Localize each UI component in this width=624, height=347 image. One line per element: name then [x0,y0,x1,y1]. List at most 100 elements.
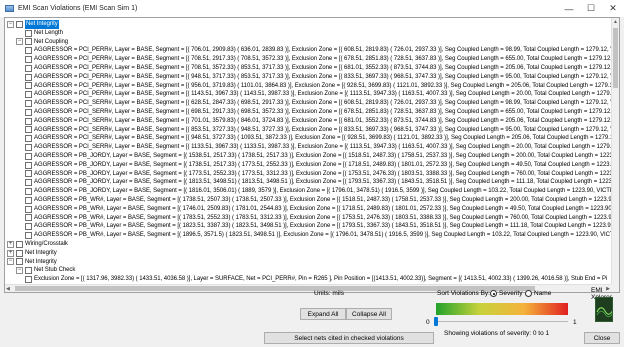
row-checkbox[interactable] [25,170,32,178]
row-checkbox[interactable] [25,135,32,143]
row-label: Net Integrity [25,249,57,256]
violation-row[interactable]: AGGRESSOR = PB_WR#, Layer = BASE, Segmen… [25,214,615,223]
minimize-button[interactable]: — [558,0,580,17]
row-checkbox[interactable] [25,82,32,90]
violation-row[interactable]: AGGRESSOR = PB_WR#, Layer = BASE, Segmen… [25,205,613,214]
collapse-icon[interactable]: − [7,20,14,28]
row-checkbox[interactable] [25,179,32,187]
row-checkbox[interactable] [25,196,32,204]
violation-row[interactable]: AGGRESSOR = PCI_PERR#, Layer = BASE, Seg… [25,64,618,73]
violation-row[interactable]: AGGRESSOR = PB_JORDY, Layer = BASE, Segm… [25,161,615,170]
window-title: EMI Scan Violations (EMI Scan Sim 1) [18,5,138,12]
violation-row[interactable]: AGGRESSOR = PCI_PERR#, Layer = BASE, Seg… [25,90,615,99]
violation-row[interactable]: AGGRESSOR = PCI_SERR#, Layer = BASE, Seg… [25,126,614,135]
severity-color-scale [436,303,568,315]
row-checkbox[interactable] [25,214,32,222]
scroll-left-icon[interactable]: ◀ [6,286,10,292]
row-checkbox[interactable] [25,56,32,64]
row-checkbox[interactable] [25,38,32,46]
expand-icon[interactable]: + [7,249,14,257]
row-checkbox[interactable] [16,249,23,257]
row-checkbox[interactable] [16,240,23,248]
violation-row[interactable]: AGGRESSOR = PCI_PERR#, Layer = BASE, Seg… [25,46,614,55]
row-label: AGGRESSOR = PCI_SERR#, Layer = BASE, Seg… [34,117,618,124]
maximize-button[interactable]: ☐ [580,0,602,17]
violation-row[interactable]: AGGRESSOR = PB_JORDY, Layer = BASE, Segm… [25,152,618,161]
app-icon [5,5,14,12]
sort-name-radio[interactable]: Name [525,290,551,297]
collapse-icon[interactable]: − [16,38,23,46]
select-nets-button[interactable]: Select nets cited in checked violations [264,332,434,344]
row-checkbox[interactable] [25,205,32,213]
leaf-spacer [16,30,23,37]
vertical-scroll-thumb[interactable] [613,28,618,88]
row-label: Wiring/Crosstalk [25,241,68,247]
row-label: Net Integrity [25,20,59,29]
row-label: AGGRESSOR = PCI_PERR#, Layer = BASE, Seg… [34,91,615,98]
violation-row[interactable]: AGGRESSOR = PB_WR#, Layer = BASE, Segmen… [25,231,614,240]
row-label: AGGRESSOR = PCI_PERR#, Layer = BASE, Seg… [34,82,613,89]
sort-severity-label: Severity [499,290,523,297]
violation-row[interactable]: AGGRESSOR = PB_WR#, Layer = BASE, Segmen… [25,196,617,205]
tree-node[interactable]: − Net Integrity [7,258,57,267]
close-button[interactable]: Close [584,332,620,344]
violation-row[interactable]: Exclusion Zone = [( 1317.96, 3982.33) ( … [25,275,607,284]
violation-row[interactable]: AGGRESSOR = PCI_PERR#, Layer = BASE, Seg… [25,82,613,91]
row-checkbox[interactable] [25,144,32,152]
close-window-button[interactable]: ✕ [602,0,624,17]
row-checkbox[interactable] [25,108,32,116]
collapse-icon[interactable]: − [16,267,23,275]
row-checkbox[interactable] [25,100,32,108]
violation-row[interactable]: AGGRESSOR = PCI_PERR#, Layer = BASE, Seg… [25,73,614,82]
row-checkbox[interactable] [25,64,32,72]
vertical-scrollbar[interactable]: ▲ [611,18,619,286]
severity-radio-dot[interactable] [490,290,497,297]
emi-xplorer-icon[interactable] [595,297,613,322]
severity-slider-thumb[interactable] [434,317,438,326]
row-label: AGGRESSOR = PCI_SERR#, Layer = BASE, Seg… [34,100,615,107]
name-radio-dot[interactable] [525,290,532,297]
violation-row[interactable]: AGGRESSOR = PCI_PERR#, Layer = BASE, Seg… [25,55,618,64]
scroll-up-icon[interactable]: ▲ [613,19,618,25]
row-checkbox[interactable] [16,20,23,28]
violations-tree[interactable]: − Net Integrity Net Length − Net Coupling AGG… [4,17,620,293]
row-checkbox[interactable] [25,117,32,125]
severity-slider-track[interactable] [436,321,568,322]
row-checkbox[interactable] [25,232,32,240]
row-label: Exclusion Zone = [( 1317.96, 3982.33) ( … [34,276,608,283]
violation-row[interactable]: AGGRESSOR = PB_JORDY, Layer = BASE, Segm… [25,187,616,196]
row-checkbox[interactable] [25,188,32,196]
violation-row[interactable]: AGGRESSOR = PCI_SERR#, Layer = BASE, Seg… [25,143,615,152]
violation-row[interactable]: AGGRESSOR = PB_JORDY, Layer = BASE, Segm… [25,178,617,187]
violation-row[interactable]: AGGRESSOR = PCI_SERR#, Layer = BASE, Seg… [25,117,618,126]
row-checkbox[interactable] [25,126,32,134]
tree-node[interactable]: + Wiring/Crosstalk [7,240,68,249]
violation-row[interactable]: AGGRESSOR = PCI_SERR#, Layer = BASE, Seg… [25,99,614,108]
tree-node[interactable]: − Net Integrity [7,20,59,29]
row-checkbox[interactable] [25,47,32,55]
row-checkbox[interactable] [25,152,32,160]
row-checkbox[interactable] [25,161,32,169]
violation-row[interactable]: AGGRESSOR = PB_JORDY, Layer = BASE, Segm… [25,170,618,179]
row-checkbox[interactable] [16,258,23,266]
row-checkbox[interactable] [25,276,32,284]
sort-severity-radio[interactable]: Severity [490,290,522,297]
expand-icon[interactable]: + [7,240,14,248]
violation-row[interactable]: AGGRESSOR = PB_WR#, Layer = BASE, Segmen… [25,222,614,231]
tree-node[interactable]: − Net Stub Check [16,266,75,275]
tree-node[interactable]: − Net Coupling [16,38,68,47]
row-label: AGGRESSOR = PCI_SERR#, Layer = BASE, Seg… [34,135,614,142]
row-checkbox[interactable] [25,267,32,275]
row-checkbox[interactable] [25,73,32,81]
row-checkbox[interactable] [25,91,32,99]
tree-node[interactable]: Net Length [16,29,63,38]
collapse-icon[interactable]: − [7,258,14,266]
violation-row[interactable]: AGGRESSOR = PCI_SERR#, Layer = BASE, Seg… [25,134,613,143]
collapse-all-button[interactable]: Collapse All [346,308,392,320]
row-checkbox[interactable] [25,29,32,37]
row-checkbox[interactable] [25,223,32,231]
tree-node[interactable]: + Net Integrity [7,249,57,258]
row-label: AGGRESSOR = PB_JORDY, Layer = BASE, Segm… [34,188,617,195]
violation-row[interactable]: AGGRESSOR = PCI_SERR#, Layer = BASE, Seg… [25,108,618,117]
expand-all-button[interactable]: Expand All [300,308,346,320]
